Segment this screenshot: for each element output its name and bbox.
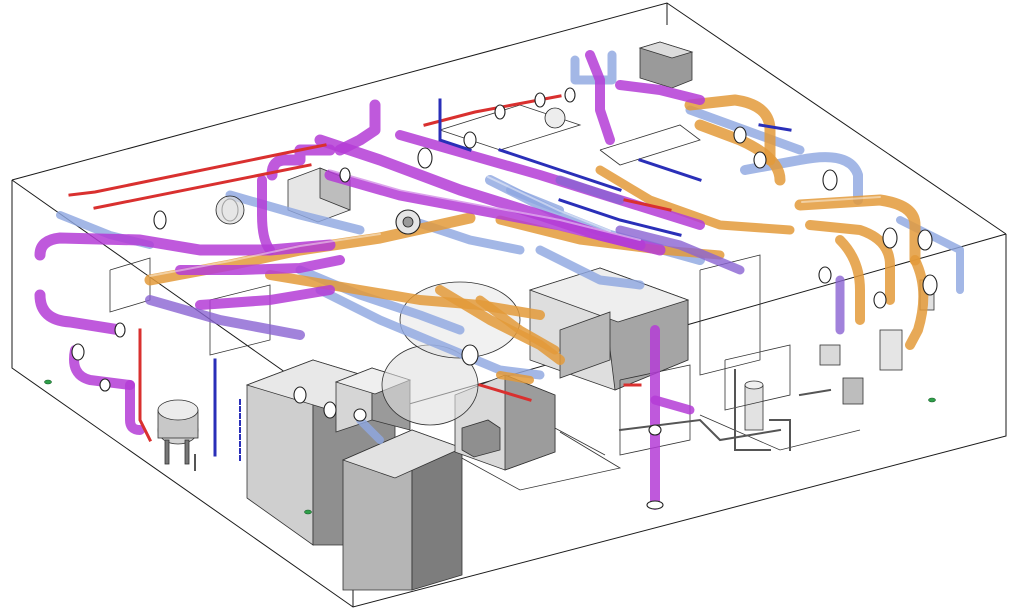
- equipment: [157, 41, 935, 591]
- buffer-tank-left: [157, 399, 199, 465]
- control-panel-cabinet: [341, 429, 464, 591]
- expansion-tank-box: [638, 41, 694, 89]
- boiler-unit-right: [528, 267, 690, 391]
- mechanical-room-3d-model: [11, 2, 1007, 608]
- model-viewport[interactable]: [0, 0, 1026, 612]
- buffer-tank-small: [744, 380, 764, 431]
